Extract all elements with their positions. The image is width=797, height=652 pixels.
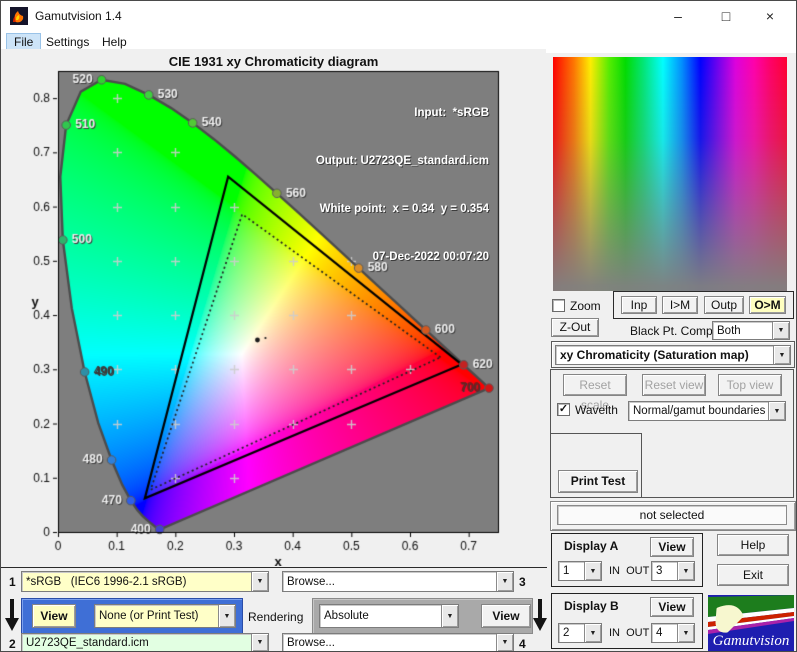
reset-scale-button[interactable]: Reset scale [563, 374, 627, 412]
black-pt-comp-select[interactable]: Both ▼ [712, 321, 790, 340]
wavelth-checkbox[interactable] [557, 403, 570, 416]
chevron-down-icon[interactable]: ▼ [584, 562, 601, 580]
view-output-button[interactable]: View [481, 604, 531, 628]
chart-info-output: Output: U2723QE_standard.icm [315, 155, 489, 167]
display-a-out-select[interactable]: 3 ▼ [651, 561, 695, 581]
wavelth-checkbox-label: Wavelth [575, 403, 618, 417]
map-type-value: xy Chromaticity (Saturation map) [560, 348, 749, 362]
browse-bottom-value: Browse... [287, 636, 335, 649]
display-b-view-button[interactable]: View [650, 597, 694, 617]
app-icon [10, 7, 28, 25]
reset-view-button[interactable]: Reset view [642, 374, 706, 396]
help-button[interactable]: Help [717, 534, 789, 556]
input-profile-value: *sRGB (IEC6 1996-2.1 sRGB) [26, 575, 187, 588]
window-title: Gamutvision 1.4 [35, 9, 122, 23]
browse-bottom-select[interactable]: Browse... ▼ [282, 633, 514, 651]
chevron-down-icon[interactable]: ▼ [772, 322, 789, 339]
display-a-title: Display A [564, 539, 619, 553]
output-profile-select[interactable]: U2723QE_standard.icm ▼ [21, 633, 269, 651]
pattern-select[interactable]: None (or Print Test) ▼ [94, 604, 236, 628]
display-a-in-select[interactable]: 1 ▼ [558, 561, 602, 581]
print-test-button[interactable]: Print Test [558, 470, 638, 493]
bottom-divider [1, 567, 547, 568]
chevron-down-icon[interactable]: ▼ [441, 605, 458, 627]
display-b-title: Display B [564, 599, 619, 613]
chevron-down-icon[interactable]: ▼ [251, 634, 268, 651]
chart-title: CIE 1931 xy Chromaticity diagram [168, 54, 379, 69]
chevron-down-icon[interactable]: ▼ [768, 402, 785, 420]
display-b-in-select[interactable]: 2 ▼ [558, 623, 602, 643]
zoom-checkbox[interactable] [552, 299, 565, 312]
display-b-out-select[interactable]: 4 ▼ [651, 623, 695, 643]
maximize-button[interactable]: □ [704, 1, 748, 31]
rendering-intent-select[interactable]: Absolute ▼ [319, 604, 459, 628]
input-to-monitor-button[interactable]: I>M [662, 296, 698, 314]
boundaries-select[interactable]: Normal/gamut boundaries ▼ [628, 401, 786, 421]
display-b-out-value: 4 [656, 627, 663, 639]
chevron-down-icon[interactable]: ▼ [218, 605, 235, 627]
display-a-inout-label: IN OUT [609, 565, 650, 577]
close-button[interactable]: × [748, 1, 792, 31]
pattern-value: None (or Print Test) [99, 610, 199, 622]
black-pt-comp-label: Black Pt. Comp. [630, 324, 717, 338]
gamutvision-logo: Gamutvision [708, 595, 794, 651]
slot3-number: 3 [519, 575, 526, 589]
chevron-down-icon[interactable]: ▼ [677, 624, 694, 642]
output-profile-value: U2723QE_standard.icm [26, 636, 149, 649]
down-arrow-right-icon [533, 598, 547, 632]
app-window: Gamutvision 1.4 – □ × File Settings Help… [0, 0, 797, 652]
zoom-checkbox-label: Zoom [570, 299, 601, 313]
top-view-button[interactable]: Top view [718, 374, 782, 396]
rendering-label: Rendering [248, 610, 304, 624]
inp-button[interactable]: Inp [621, 296, 657, 314]
chevron-down-icon[interactable]: ▼ [496, 572, 513, 591]
chart-info-block: Input: *sRGB Output: U2723QE_standard.ic… [316, 73, 489, 297]
slot4-number: 4 [519, 637, 526, 651]
display-b-inout-label: IN OUT [609, 627, 650, 639]
rendering-intent-value: Absolute [324, 610, 369, 622]
chevron-down-icon[interactable]: ▼ [496, 634, 513, 651]
title-bar: Gamutvision 1.4 – □ × [1, 1, 796, 31]
browse-top-value: Browse... [287, 575, 335, 588]
chart-info-datetime: 07-Dec-2022 00:07:20 [372, 251, 489, 263]
slot1-number: 1 [9, 575, 16, 589]
chart-info-input: Input: *sRGB [414, 107, 489, 119]
logo-text: Gamutvision [713, 633, 790, 649]
slot2-number: 2 [9, 637, 16, 651]
chevron-down-icon[interactable]: ▼ [251, 572, 268, 591]
down-arrow-left-icon [5, 598, 19, 632]
chevron-down-icon[interactable]: ▼ [773, 346, 790, 364]
z-out-button[interactable]: Z-Out [551, 318, 599, 337]
outp-button[interactable]: Outp [704, 296, 744, 314]
display-a-in-value: 1 [563, 565, 570, 577]
input-profile-select[interactable]: *sRGB (IEC6 1996-2.1 sRGB) ▼ [21, 571, 269, 592]
display-a-out-value: 3 [656, 565, 663, 577]
display-b-in-value: 2 [563, 627, 570, 639]
output-to-monitor-button[interactable]: O>M [749, 296, 786, 314]
black-pt-comp-value: Both [717, 324, 741, 337]
chevron-down-icon[interactable]: ▼ [584, 624, 601, 642]
browse-top-select[interactable]: Browse... ▼ [282, 571, 514, 592]
display-a-view-button[interactable]: View [650, 537, 694, 557]
map-type-select[interactable]: xy Chromaticity (Saturation map) ▼ [555, 345, 791, 365]
view-input-button[interactable]: View [32, 604, 76, 628]
gamut-preview-image [553, 57, 787, 291]
chevron-down-icon[interactable]: ▼ [677, 562, 694, 580]
status-field: not selected [557, 505, 787, 525]
exit-button[interactable]: Exit [717, 564, 789, 586]
chart-info-whitepoint: White point: x = 0.34 y = 0.354 [319, 203, 489, 215]
boundaries-value: Normal/gamut boundaries [633, 405, 766, 417]
minimize-button[interactable]: – [656, 1, 700, 31]
